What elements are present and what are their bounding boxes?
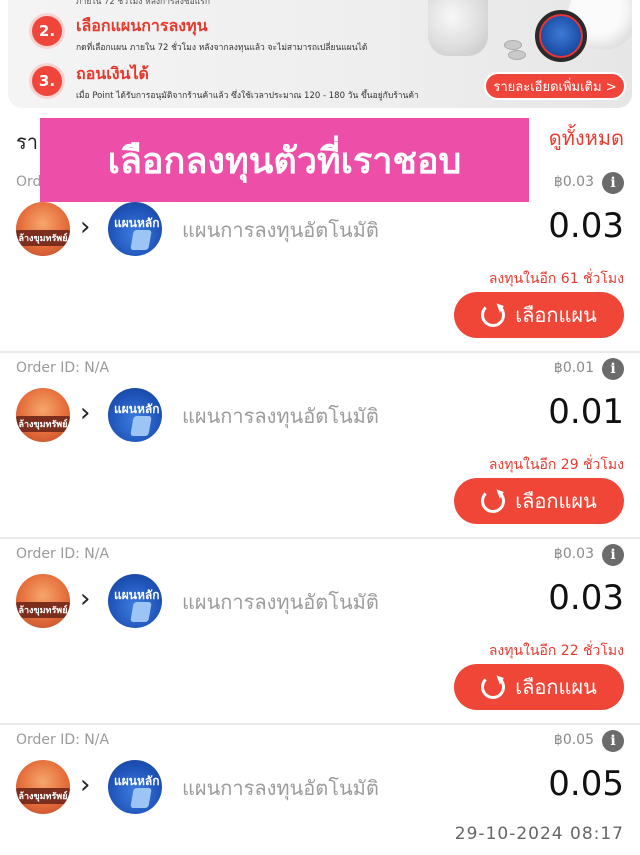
select-plan-button[interactable]: เลือกแผน (454, 292, 624, 338)
step-3-title: ถอนเงินได้ (76, 64, 149, 83)
step-3-description: เมื่อ Point ได้รับการอนุมัติจากร้านค้าแล… (76, 91, 419, 101)
shop-avatar-label: ล้างขุมทรัพย์ (16, 230, 70, 246)
order-amount: 0.03 (548, 206, 624, 246)
chevron-right-icon: › (80, 584, 91, 614)
invest-countdown: ลงทุนในอีก 29 ชั่วโมง (488, 457, 624, 473)
refresh-icon (481, 489, 506, 513)
select-plan-label: เลือกแผน (515, 303, 597, 327)
select-plan-button[interactable]: เลือกแผน (454, 664, 624, 710)
globe-badge-icon (535, 10, 587, 62)
shop-avatar-label: ล้างขุมทรัพย์ (16, 602, 70, 618)
plan-name: แผนการลงทุนอัตโนมัติ (182, 404, 379, 428)
plan-avatar: แผนหลัก (108, 574, 162, 628)
step-2-number: 2. (32, 16, 62, 46)
plan-avatar: แผนหลัก (108, 760, 162, 814)
step-2-title: เลือกแผนการลงทุน (76, 16, 208, 35)
shop-avatar: ล้างขุมทรัพย์ (16, 574, 70, 628)
chevron-right-icon: › (80, 212, 91, 242)
order-small-amount: ฿0.03 (553, 174, 594, 190)
order-card: Order ID: N/A ฿0.01 i ล้างขุมทรัพย์ › แผ… (0, 354, 640, 538)
step-1-description: ภายใน 72 ชั่วโมง หลังการลงชื่อแรก (76, 0, 210, 7)
step-2-description: กดที่เลือกแผน ภายใน 72 ชั่วโมง หลังจากลง… (76, 43, 368, 53)
shop-avatar-label: ล้างขุมทรัพย์ (16, 416, 70, 432)
invest-countdown: ลงทุนในอีก 61 ชั่วโมง (488, 271, 624, 287)
coin-illustration (508, 50, 526, 60)
order-id: Order ID: N/A (16, 546, 110, 562)
order-small-amount: ฿0.03 (553, 546, 594, 562)
order-small-amount: ฿0.05 (553, 732, 594, 748)
select-plan-button[interactable]: เลือกแผน (454, 478, 624, 524)
how-it-works-banner: ภายใน 72 ชั่วโมง หลังการลงชื่อแรก 2. เลื… (8, 0, 632, 108)
more-details-button[interactable]: รายละเอียดเพิ่มเติม > (484, 72, 626, 100)
order-id: Order ID: N/A (16, 732, 110, 748)
plan-avatar: แผนหลัก (108, 202, 162, 256)
refresh-icon (481, 675, 506, 699)
shop-avatar: ล้างขุมทรัพย์ (16, 388, 70, 442)
shop-avatar: ล้างขุมทรัพย์ (16, 760, 70, 814)
chevron-right-icon: › (80, 398, 91, 428)
select-plan-label: เลือกแผน (515, 675, 597, 699)
section-title: รา (16, 130, 38, 154)
caption-overlay: เลือกลงทุนตัวที่เราชอบ (40, 118, 529, 202)
info-icon[interactable]: i (602, 544, 624, 566)
order-small-amount: ฿0.01 (553, 360, 594, 376)
step-3-number: 3. (32, 66, 62, 96)
plan-avatar: แผนหลัก (108, 388, 162, 442)
info-icon[interactable]: i (602, 172, 624, 194)
shop-avatar: ล้างขุมทรัพย์ (16, 202, 70, 256)
order-amount: 0.03 (548, 578, 624, 618)
order-card: Order ID: N/A ฿0.03 i ล้างขุมทรัพย์ › แผ… (0, 540, 640, 724)
order-card: Order ID: N/A ฿0.05 i ล้างขุมทรัพย์ › แผ… (0, 726, 640, 826)
info-icon[interactable]: i (602, 730, 624, 752)
order-id: Order ID: N/A (16, 360, 110, 376)
order-amount: 0.05 (548, 764, 624, 804)
select-plan-label: เลือกแผน (515, 489, 597, 513)
invest-countdown: ลงทุนในอีก 22 ชั่วโมง (488, 643, 624, 659)
divider (0, 537, 640, 539)
coin-illustration (504, 40, 522, 50)
order-amount: 0.01 (548, 392, 624, 432)
info-icon[interactable]: i (602, 358, 624, 380)
refresh-icon (481, 303, 506, 327)
coin-jar-illustration (428, 0, 488, 56)
divider (0, 351, 640, 353)
divider (0, 723, 640, 725)
see-all-link[interactable]: ดูทั้งหมด (549, 122, 624, 154)
plan-name: แผนการลงทุนอัตโนมัติ (182, 590, 379, 614)
plan-name: แผนการลงทุนอัตโนมัติ (182, 218, 379, 242)
plan-name: แผนการลงทุนอัตโนมัติ (182, 776, 379, 800)
chevron-right-icon: › (80, 770, 91, 800)
shop-avatar-label: ล้างขุมทรัพย์ (16, 788, 70, 804)
timestamp: 29-10-2024 08:17 (454, 824, 624, 844)
